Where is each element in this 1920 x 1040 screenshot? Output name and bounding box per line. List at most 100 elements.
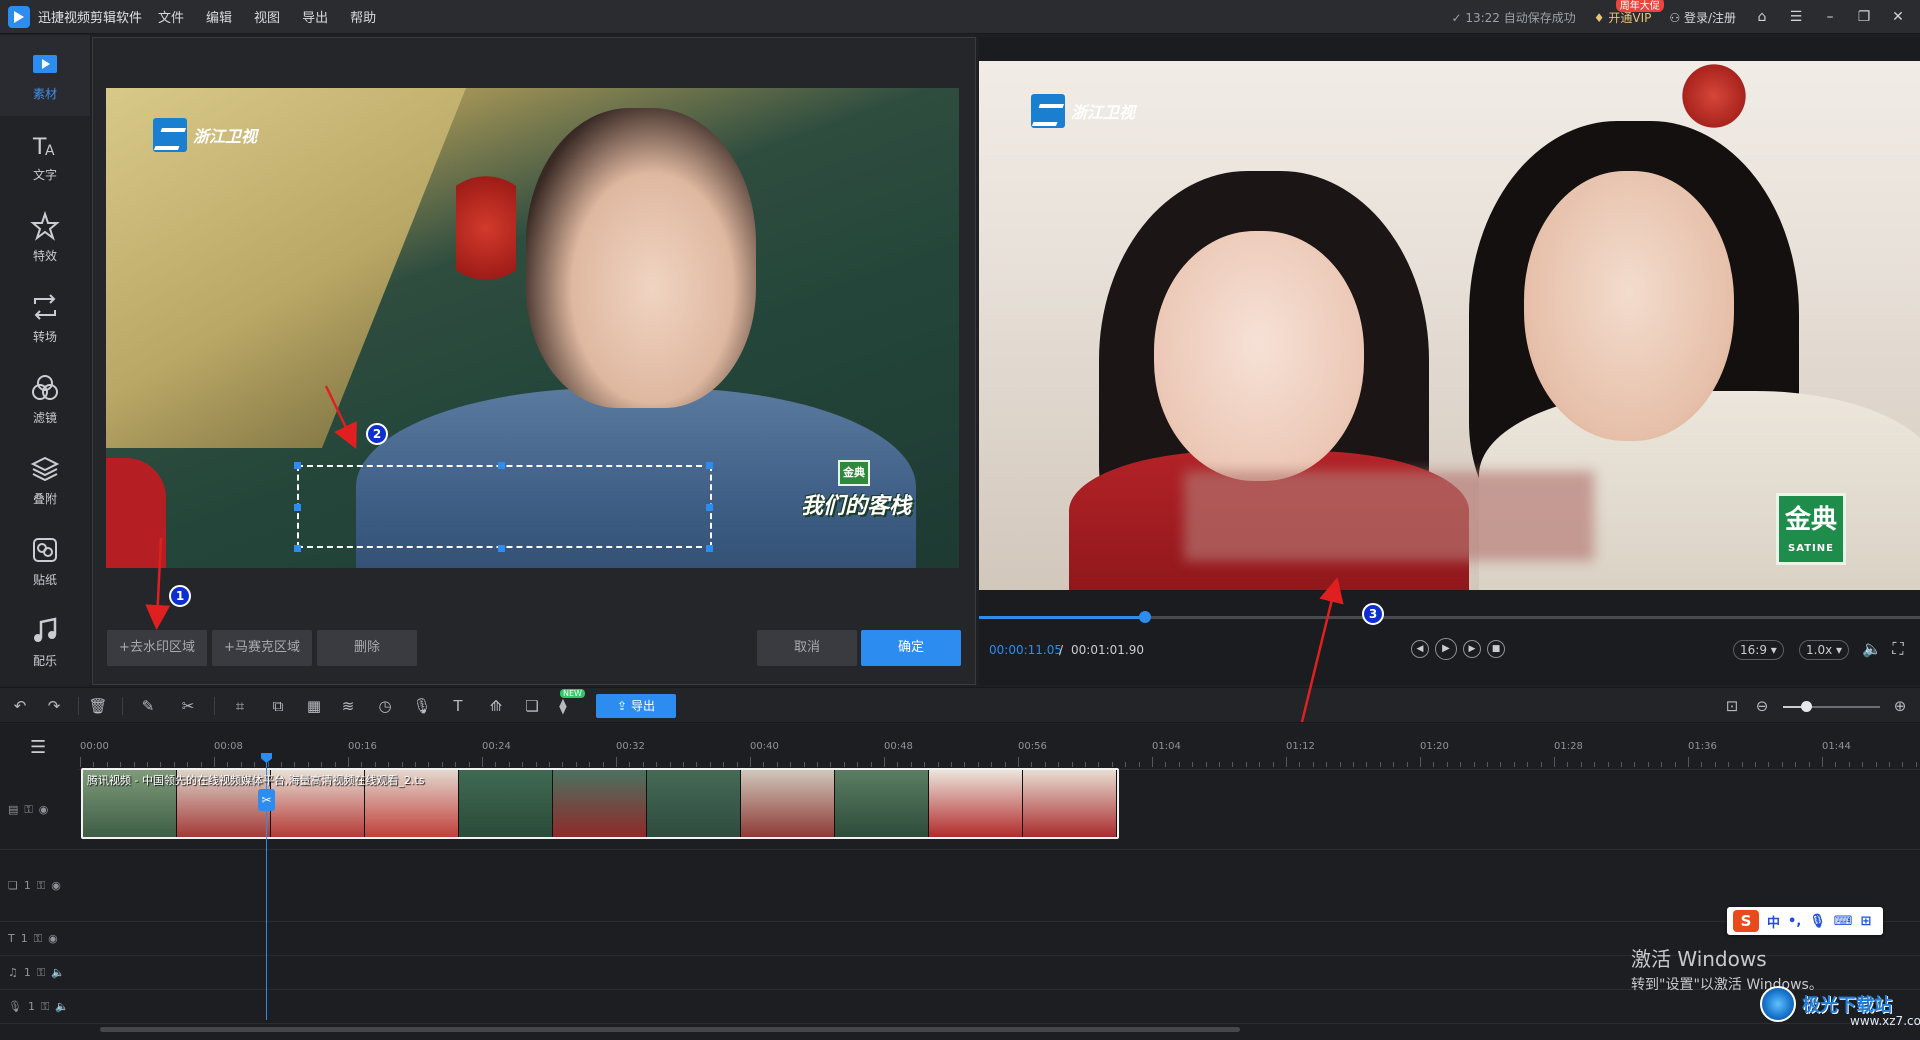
ruler-tick-label: 01:28: [1554, 741, 1583, 752]
menu-help[interactable]: 帮助: [350, 7, 376, 26]
sidebar-item-effects[interactable]: 特效: [0, 197, 90, 278]
resize-handle[interactable]: [294, 462, 301, 469]
edit-icon[interactable]: ✎: [138, 696, 158, 716]
sidebar-item-media[interactable]: 素材: [0, 35, 90, 116]
subtitle-icon[interactable]: ⟰: [486, 696, 506, 716]
resize-handle[interactable]: [498, 462, 505, 469]
sidebar-item-sticker[interactable]: 贴纸: [0, 521, 90, 602]
visibility-icon[interactable]: ◉: [48, 932, 58, 945]
audio-icon[interactable]: ≋: [338, 696, 358, 716]
mosaic-icon[interactable]: ▦: [304, 696, 324, 716]
zoom-out-icon[interactable]: ⊖: [1752, 696, 1772, 716]
ruler-tick: [1755, 762, 1756, 767]
ruler-tick: [361, 762, 363, 767]
cut-icon[interactable]: ✂: [178, 696, 198, 716]
lock-icon[interactable]: ⚿: [34, 932, 42, 946]
aspect-ratio-select[interactable]: 16:9 ▾: [1733, 640, 1784, 660]
undo-icon[interactable]: ↶: [10, 696, 30, 716]
picture-in-picture-icon[interactable]: ❏: [522, 696, 542, 716]
video-clip[interactable]: 腾讯视频 - 中国领先的在线视频媒体平台,海量高清视频在线观看_2.ts: [81, 768, 1119, 839]
resize-icon[interactable]: ⧉: [268, 696, 288, 716]
visibility-icon[interactable]: ◉: [51, 879, 61, 892]
watermark-editor-panel: 浙江卫视 金典 我们的客栈 +去水印区域 +马赛克区域 删除 取消 确定: [92, 37, 976, 685]
zoom-knob[interactable]: [1801, 701, 1813, 712]
minimize-icon[interactable]: –: [1822, 9, 1838, 25]
zoom-in-icon[interactable]: ⊕: [1890, 696, 1910, 716]
ime-toolbar[interactable]: S 中 •, 🎙 ⌨ ⊞: [1727, 907, 1883, 935]
home-icon[interactable]: ⌂: [1754, 9, 1770, 25]
preview-progress-bar[interactable]: [979, 611, 1920, 623]
pip-track-lane[interactable]: [78, 850, 1920, 922]
delete-area-button[interactable]: 删除: [317, 630, 417, 666]
add-track-icon[interactable]: ☰: [30, 737, 46, 758]
close-icon[interactable]: ✕: [1890, 9, 1906, 25]
volume-icon[interactable]: 🔈: [55, 1000, 69, 1013]
delete-icon[interactable]: 🗑: [88, 696, 108, 716]
resize-handle[interactable]: [706, 545, 713, 552]
timeline-ruler[interactable]: 00:00 00:08 00:16 00:24 00:32 00:40 00:48 00:56…: [78, 724, 1920, 770]
resize-handle[interactable]: [294, 504, 301, 511]
volume-icon[interactable]: 🔈: [1861, 638, 1883, 660]
menu-file[interactable]: 文件: [158, 7, 184, 26]
music-track-icon: ♫: [8, 966, 18, 979]
ruler-tick-label: 00:48: [884, 741, 913, 752]
ime-punctuation[interactable]: •,: [1788, 914, 1801, 929]
voice-track-lane[interactable]: [78, 990, 1920, 1024]
menu-export[interactable]: 导出: [302, 7, 328, 26]
keyboard-icon[interactable]: ⌨: [1834, 914, 1853, 929]
watermark-selection-box[interactable]: [297, 465, 712, 548]
clip-thumbnail: [1023, 770, 1117, 837]
microphone-icon[interactable]: 🎙: [1809, 914, 1826, 929]
export-button[interactable]: ⇪ 导出: [596, 694, 676, 718]
watermark-icon[interactable]: ⧫: [553, 696, 573, 716]
sidebar-item-overlay[interactable]: 叠附: [0, 440, 90, 521]
lock-icon[interactable]: ⚿: [37, 966, 45, 980]
lock-icon[interactable]: ⚿: [41, 1000, 49, 1014]
timeline-zoom-slider[interactable]: [1783, 701, 1880, 712]
fullscreen-icon[interactable]: ⛶: [1887, 638, 1909, 660]
maximize-icon[interactable]: ❐: [1856, 9, 1872, 25]
ruler-tick: [642, 762, 644, 767]
menu-view[interactable]: 视图: [254, 7, 280, 26]
resize-handle[interactable]: [706, 504, 713, 511]
sidebar-item-text[interactable]: TA 文字: [0, 116, 90, 197]
ruler-tick: [602, 762, 604, 767]
fit-timeline-icon[interactable]: ⊡: [1722, 696, 1742, 716]
menu-edit[interactable]: 编辑: [206, 7, 232, 26]
resize-handle[interactable]: [498, 545, 505, 552]
lock-icon[interactable]: ⚿: [37, 879, 45, 893]
track-menu[interactable]: ☰: [0, 724, 78, 770]
speed-icon[interactable]: ◷: [375, 696, 395, 716]
add-watermark-area-button[interactable]: +去水印区域: [107, 630, 207, 666]
export-label: 导出: [630, 699, 655, 713]
vip-button[interactable]: ♦ 开通VIP 周年大促: [1594, 0, 1664, 26]
add-mosaic-area-button[interactable]: +马赛克区域: [212, 630, 312, 666]
menu-icon[interactable]: ☰: [1788, 9, 1804, 25]
lock-icon[interactable]: ⚿: [24, 803, 32, 817]
resize-handle[interactable]: [294, 545, 301, 552]
cancel-button[interactable]: 取消: [757, 630, 857, 666]
ime-language[interactable]: 中: [1767, 912, 1780, 931]
grid-icon[interactable]: ⊞: [1861, 914, 1872, 929]
sidebar-item-music[interactable]: 配乐: [0, 602, 90, 683]
speed-select[interactable]: 1.0x ▾: [1799, 640, 1850, 660]
sidebar-item-filter[interactable]: 滤镜: [0, 359, 90, 440]
stop-icon[interactable]: ■: [1487, 640, 1505, 658]
crop-icon[interactable]: ⌗: [230, 696, 250, 716]
volume-icon[interactable]: 🔈: [51, 966, 65, 979]
login-button[interactable]: ⚇ 登录/注册: [1669, 9, 1736, 26]
microphone-icon[interactable]: 🎙: [412, 696, 432, 716]
progress-knob[interactable]: [1138, 611, 1151, 623]
play-icon[interactable]: ▶: [1435, 638, 1457, 660]
split-scissors-icon[interactable]: ✂: [258, 789, 275, 811]
sidebar-item-transition[interactable]: 转场: [0, 278, 90, 359]
visibility-icon[interactable]: ◉: [39, 803, 49, 816]
confirm-button[interactable]: 确定: [861, 630, 961, 666]
timeline-scrollbar[interactable]: [100, 1027, 1240, 1032]
resize-handle[interactable]: [706, 462, 713, 469]
preview-video-frame[interactable]: 浙江卫视 金典 SATINE: [979, 61, 1920, 590]
redo-icon[interactable]: ↷: [44, 696, 64, 716]
step-back-icon[interactable]: ◀: [1411, 640, 1429, 658]
text-speech-icon[interactable]: T: [448, 696, 468, 716]
step-forward-icon[interactable]: ▶: [1463, 640, 1481, 658]
